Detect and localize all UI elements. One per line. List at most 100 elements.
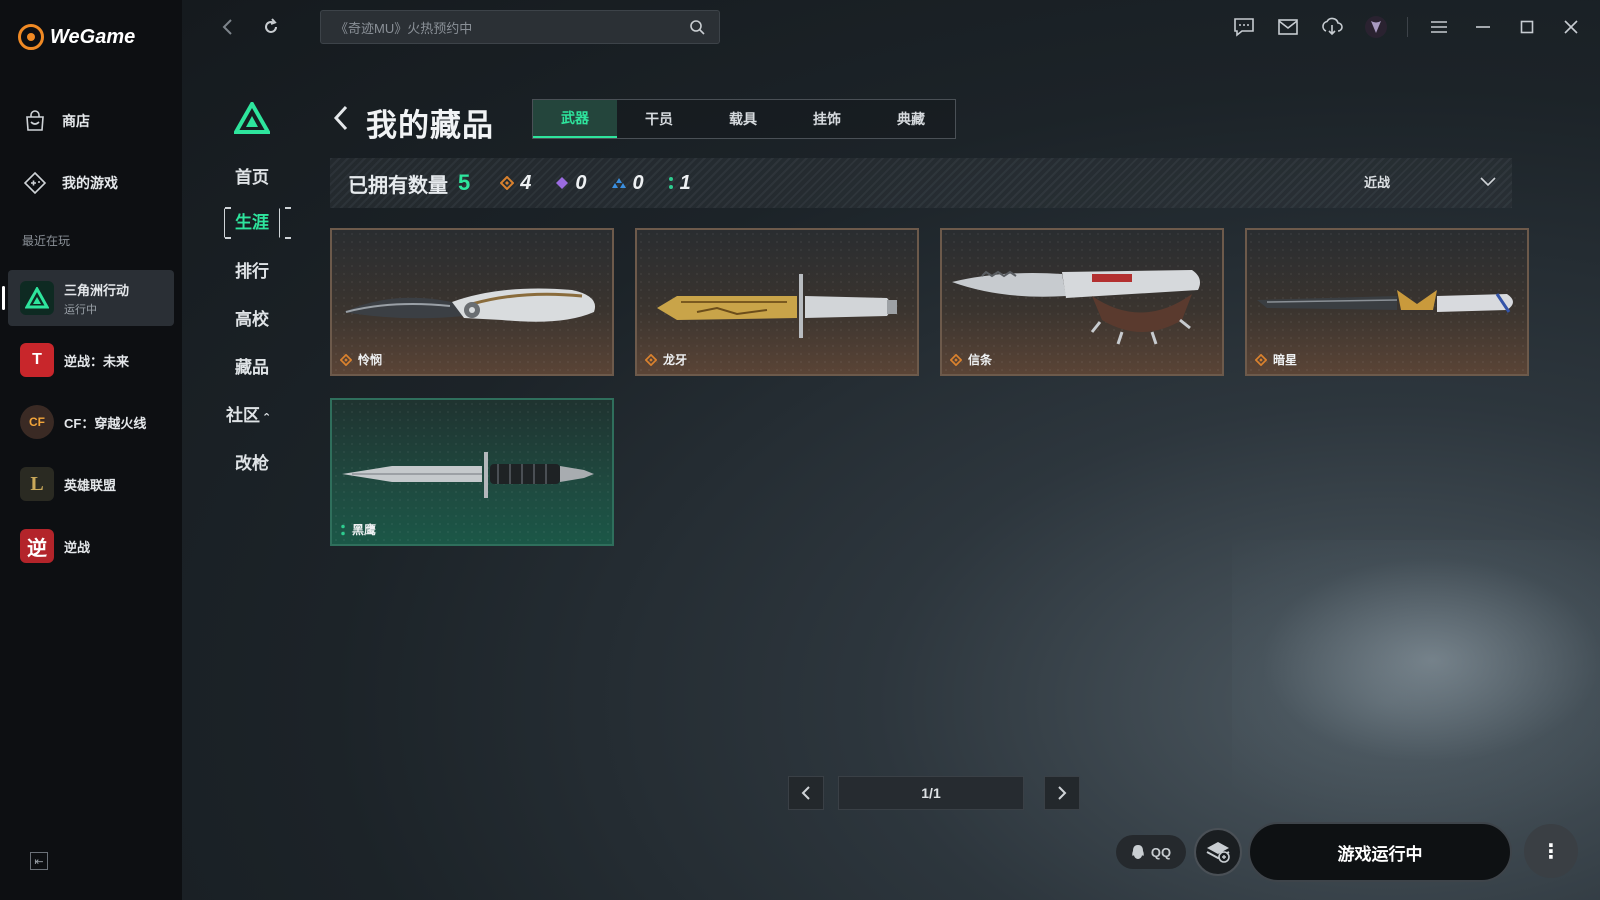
owned-count-label: 已拥有数量 [348,174,448,197]
wegame-logo[interactable]: WeGame [18,24,135,50]
download-icon[interactable] [1319,14,1345,40]
rarity-count-gold: 4 [500,172,531,195]
game-running-button[interactable]: 游戏运行中 [1248,822,1512,882]
recent-game-delta-force[interactable]: 三角洲行动 运行中 [2,270,174,326]
tab-collector[interactable]: 典藏 [869,100,953,138]
gold-diamond-icon [645,353,657,366]
item-label: 暗星 [1255,351,1297,368]
rarity-count-blue: 0 [611,172,644,195]
layers-icon [1206,842,1230,863]
qq-account-chip[interactable]: QQ [1116,835,1186,869]
nav-my-games-label: 我的游戏 [62,175,118,191]
delta-force-logo-icon[interactable] [234,102,270,134]
tab-charms[interactable]: 挂饰 [785,100,869,138]
pager-next-button[interactable] [1044,776,1080,810]
refresh-button[interactable] [258,14,284,40]
qq-label: QQ [1150,844,1172,860]
tab-weapons[interactable]: 武器 [533,100,617,138]
tab-vehicles[interactable]: 载具 [701,100,785,138]
knife-pity-image [344,288,596,322]
game-name: 逆战：未来 [64,353,130,369]
item-card-creed[interactable]: 信条 [940,228,1224,376]
game-overlay-button[interactable] [1194,828,1242,876]
user-avatar[interactable] [1363,14,1389,40]
chevron-left-icon [222,19,232,35]
item-card-black-hawk[interactable]: 黑鹰 [330,398,614,546]
item-label: 信条 [950,351,992,368]
recent-game-league-of-legends[interactable]: L 英雄联盟 [8,456,174,512]
chevron-right-icon [1058,786,1067,800]
more-options-button[interactable]: ⋮ [1524,824,1578,878]
subnav-community-label: 社区 [226,406,260,425]
recent-game-crossfire[interactable]: CF CF：穿越火线 [8,394,174,450]
nizhan-game-icon: 逆 [20,529,54,563]
nav-store[interactable]: 商店 [22,108,90,134]
item-name: 怜悯 [358,353,383,367]
recent-game-nizhan[interactable]: 逆 逆战 [8,518,174,574]
subnav-collection[interactable]: 藏品 [224,353,280,378]
nav-my-games[interactable]: 我的游戏 [22,170,118,196]
mail-icon[interactable] [1275,14,1301,40]
purple-diamond-icon [556,177,569,189]
filter-selected-value: 近战 [1363,175,1390,190]
main-area: 《奇迹MU》火热预约中 首页 生涯 排行 高校 藏品 社区 ⌃ 改枪 我的藏品 … [182,0,1600,900]
rarity-count-purple: 0 [555,172,587,195]
rarity-value: 4 [520,171,532,194]
rarity-value: 1 [679,171,691,194]
close-icon[interactable] [1558,14,1584,40]
storm-background [1232,540,1600,840]
item-name: 暗星 [1273,353,1298,367]
league-of-legends-game-icon: L [20,467,54,501]
page-title: 我的藏品 [366,108,494,143]
app-sidebar: WeGame 商店 我的游戏 最近在玩 三角洲行动 运行中 T 逆战：未来 CF… [0,0,182,900]
minimize-icon[interactable] [1470,14,1496,40]
knife-dark-star-image [1257,290,1513,313]
delta-force-game-icon [20,281,54,315]
gamepad-icon [22,170,48,196]
subnav-gun-mod[interactable]: 改枪 [224,449,280,474]
game-name: 逆战 [64,539,91,555]
item-name: 黑鹰 [352,523,377,537]
recent-game-nizhan-future[interactable]: T 逆战：未来 [8,332,174,388]
chevron-down-icon [1480,176,1496,186]
menu-icon[interactable] [1426,14,1452,40]
pager-prev-button[interactable] [788,776,824,810]
search-input[interactable]: 《奇迹MU》火热预约中 [335,18,689,37]
item-card-dark-star[interactable]: 暗星 [1245,228,1529,376]
blue-triangle-icon [611,178,626,188]
search-bar[interactable]: 《奇迹MU》火热预约中 [320,10,720,44]
item-card-pity[interactable]: 怜悯 [330,228,614,376]
subnav-career[interactable]: 生涯 [224,207,291,239]
top-bar: 《奇迹MU》火热预约中 [182,0,1600,54]
collapse-sidebar-button[interactable]: ⇤ [30,852,48,870]
item-card-dragon-fang[interactable]: 龙牙 [635,228,919,376]
chat-icon[interactable] [1231,14,1257,40]
subnav-community[interactable]: 社区 ⌃ [226,401,296,426]
item-label: 怜悯 [340,351,382,368]
maximize-icon[interactable] [1514,14,1540,40]
page-back-icon[interactable] [330,104,354,132]
item-label: 龙牙 [645,351,687,368]
item-name: 龙牙 [663,353,688,367]
qq-penguin-icon [1132,845,1144,859]
recent-played-label: 最近在玩 [22,234,71,248]
nav-store-label: 商店 [62,113,90,129]
refresh-icon [265,18,277,33]
category-filter-dropdown[interactable]: 近战 [1364,172,1496,191]
subnav-college[interactable]: 高校 [224,305,280,330]
green-dots-icon [341,524,345,535]
game-name: 三角洲行动 [64,282,130,298]
gold-diamond-icon [500,176,515,190]
tab-operators[interactable]: 干员 [617,100,701,138]
subnav-ranking[interactable]: 排行 [224,257,280,282]
subnav-home[interactable]: 首页 [224,163,280,188]
category-tabs: 武器 干员 载具 挂饰 典藏 [532,99,956,139]
rarity-count-green: 1 [668,172,691,195]
gold-diamond-icon [1255,353,1267,366]
owned-summary-bar: 已拥有数量 5 4 0 0 1 近战 [330,158,1512,208]
search-icon[interactable] [689,19,705,35]
wegame-logo-icon [18,24,44,50]
game-name: CF：穿越火线 [64,415,147,431]
crossfire-game-icon: CF [20,405,54,439]
nav-back-button[interactable] [214,14,240,40]
